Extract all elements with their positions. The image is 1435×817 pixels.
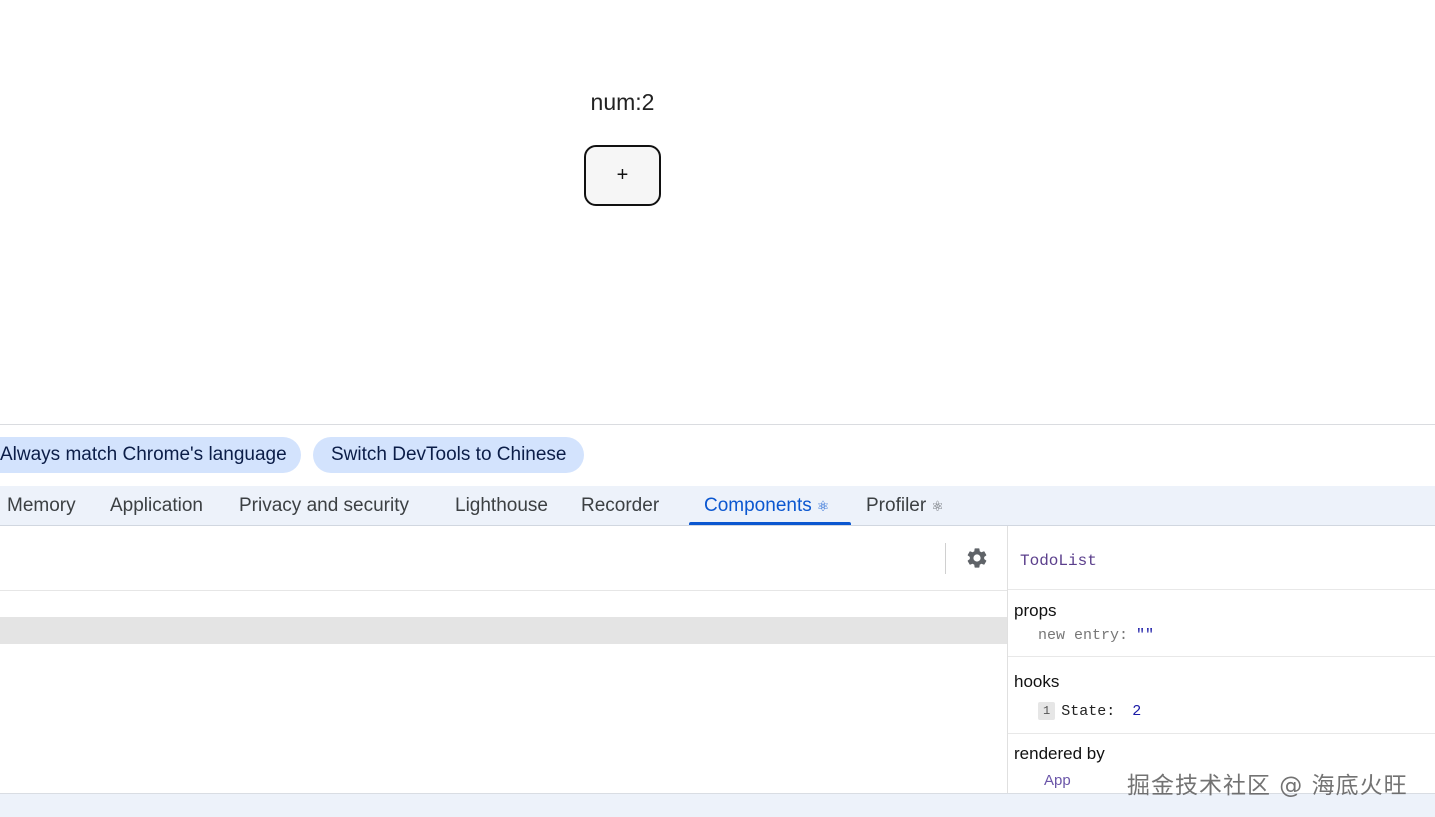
component-tree-pane	[0, 526, 1007, 793]
tab-profiler[interactable]: Profiler ⚛	[866, 486, 944, 526]
inspector-pane: TodoList props new entry : "" hooks 1 St…	[1008, 526, 1435, 793]
page-viewport: num:2 +	[0, 0, 1435, 424]
gear-icon[interactable]	[965, 546, 989, 570]
selected-component-name: TodoList	[1020, 552, 1097, 570]
tree-toolbar	[0, 526, 1007, 591]
tab-memory[interactable]: Memory	[7, 486, 76, 526]
toolbar-divider	[945, 543, 946, 574]
hook-index-badge: 1	[1038, 702, 1056, 720]
selected-tree-row[interactable]	[0, 617, 1007, 644]
devtools-tabstrip: Memory Application Privacy and security …	[0, 486, 1435, 526]
hook-value[interactable]: 2	[1132, 703, 1141, 720]
active-tab-indicator	[689, 522, 851, 525]
prop-row[interactable]: new entry : ""	[1038, 627, 1154, 644]
prop-value[interactable]: ""	[1136, 627, 1154, 644]
props-section-title: props	[1014, 601, 1057, 620]
tab-label: Profiler	[866, 495, 927, 516]
hook-key: State	[1061, 702, 1107, 720]
section-divider	[1008, 589, 1435, 590]
watermark: 掘金技术社区 @ 海底火旺	[1127, 773, 1408, 799]
tab-recorder[interactable]: Recorder	[581, 486, 659, 526]
react-icon: ⚛	[816, 497, 830, 514]
hook-colon: :	[1106, 702, 1116, 720]
rendered-by-item[interactable]: App	[1044, 772, 1071, 789]
prop-colon: :	[1119, 627, 1129, 644]
prop-key: new entry	[1038, 627, 1120, 644]
tab-label: Application	[110, 495, 203, 516]
tab-components[interactable]: Components ⚛	[704, 486, 829, 526]
switch-language-button[interactable]: Switch DevTools to Chinese	[313, 437, 584, 473]
hook-row[interactable]: 1 State : 2	[1038, 702, 1141, 720]
tab-label: Recorder	[581, 495, 660, 516]
tab-label: Memory	[7, 495, 76, 516]
hooks-section-title: hooks	[1014, 672, 1060, 691]
rendered-by-title: rendered by	[1014, 744, 1105, 763]
section-divider	[1008, 656, 1435, 657]
section-divider	[1008, 733, 1435, 734]
num-display: num:2	[590, 89, 655, 115]
tab-label: Components	[704, 495, 812, 516]
tab-privacy-security[interactable]: Privacy and security	[239, 486, 409, 526]
react-icon: ⚛	[931, 497, 944, 514]
increment-button[interactable]: +	[584, 145, 661, 206]
language-infobar: Always match Chrome's language Switch De…	[0, 425, 1435, 485]
match-language-button[interactable]: Always match Chrome's language	[0, 437, 301, 473]
tab-label: Privacy and security	[239, 495, 410, 516]
tab-lighthouse[interactable]: Lighthouse	[455, 486, 548, 526]
tab-label: Lighthouse	[455, 495, 548, 516]
tab-application[interactable]: Application	[110, 486, 203, 526]
